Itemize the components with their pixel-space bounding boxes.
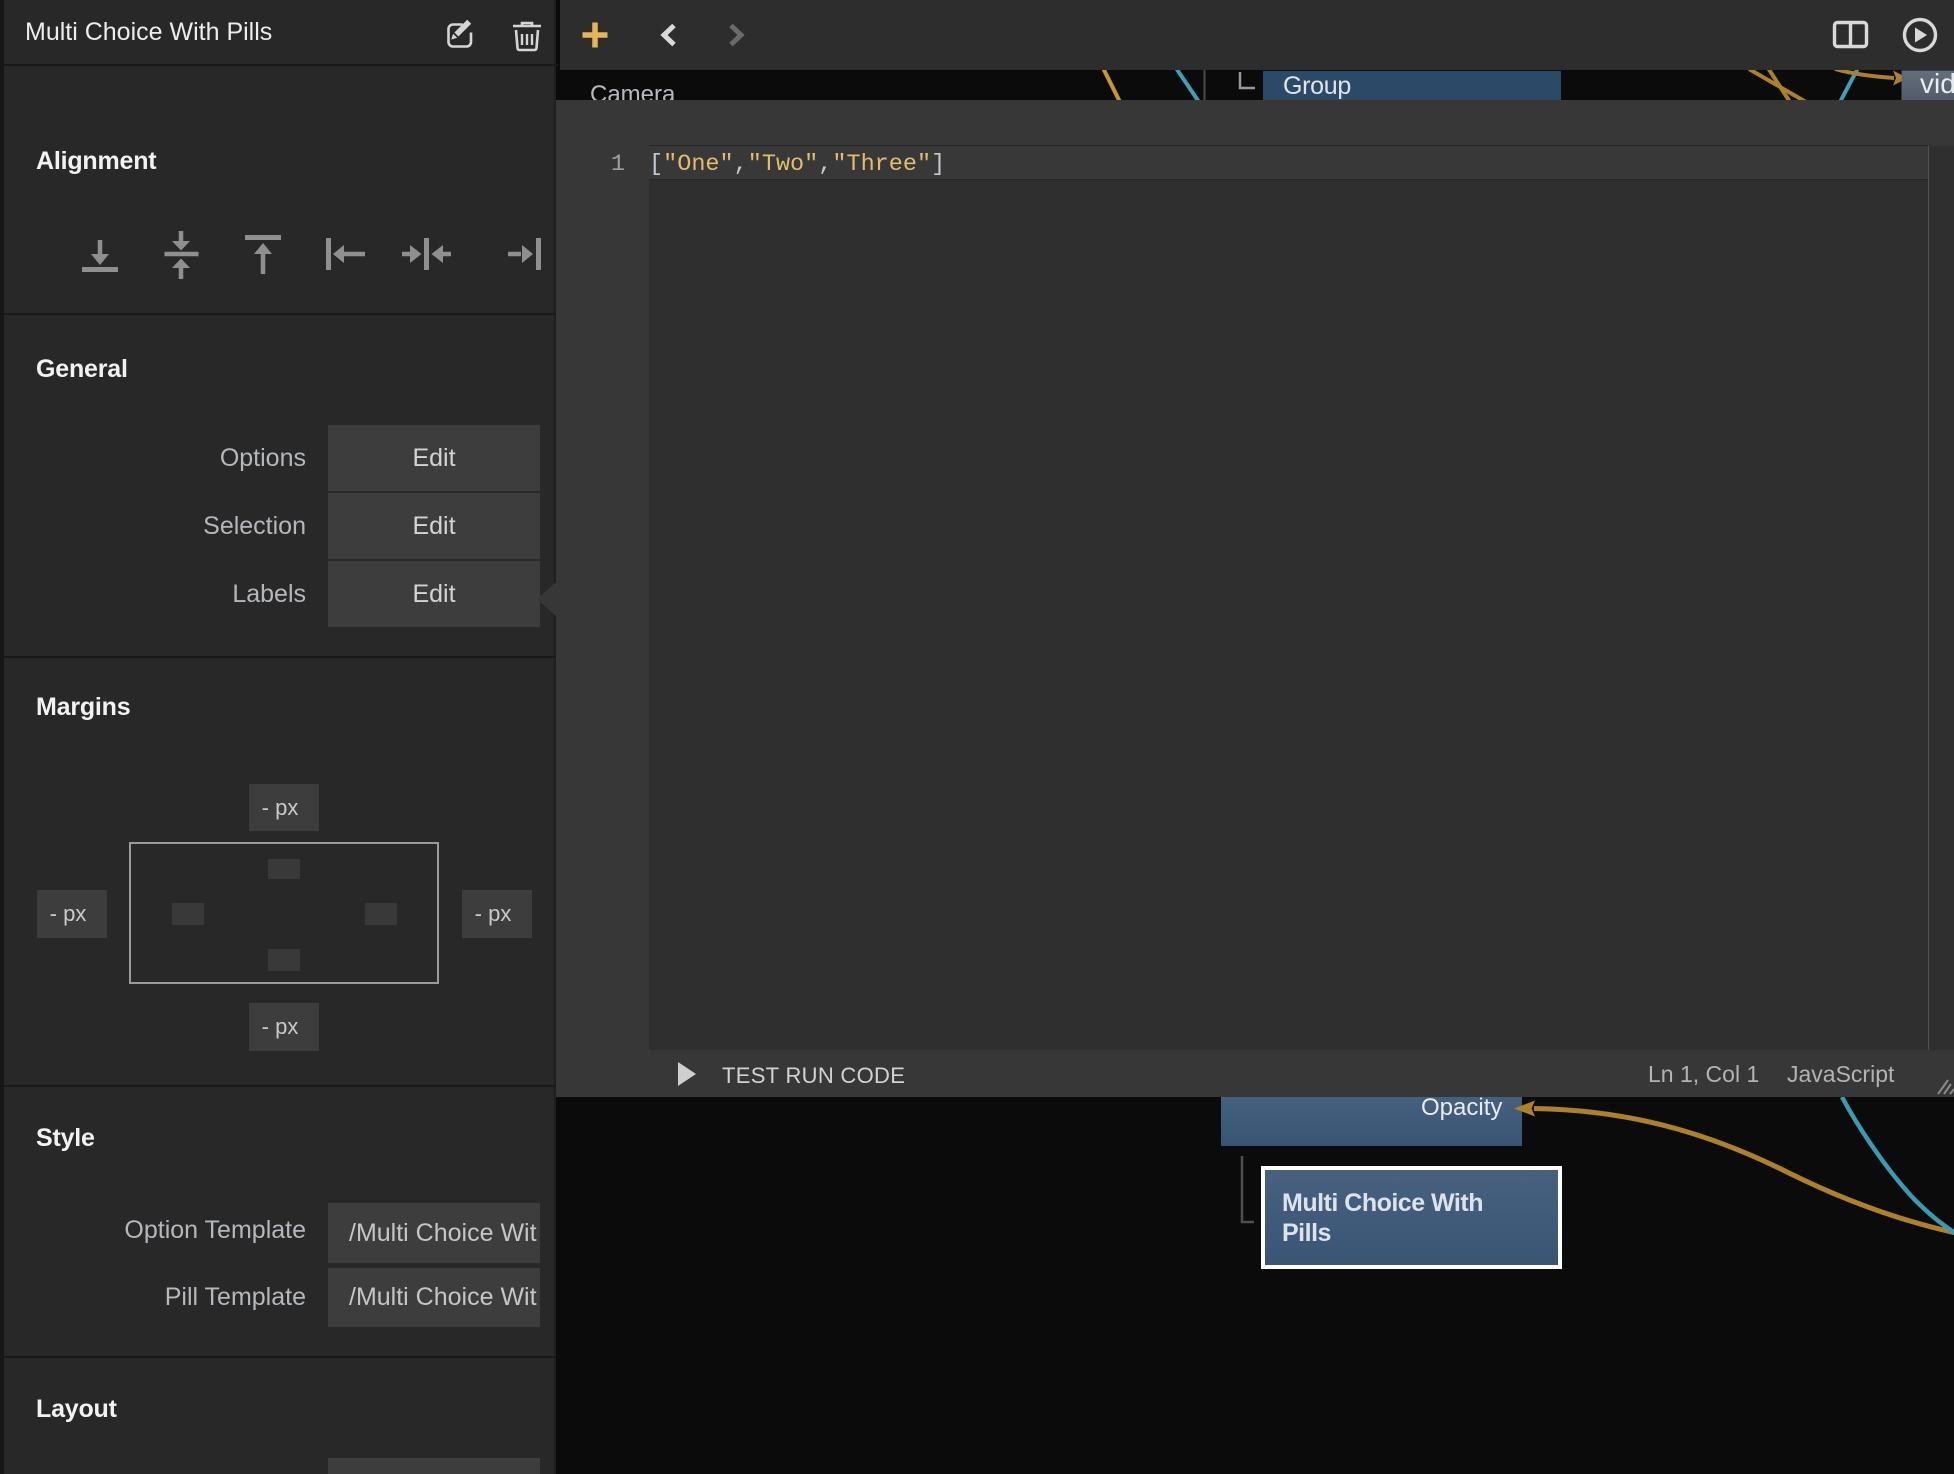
svg-text:vide: vide bbox=[1920, 70, 1954, 99]
